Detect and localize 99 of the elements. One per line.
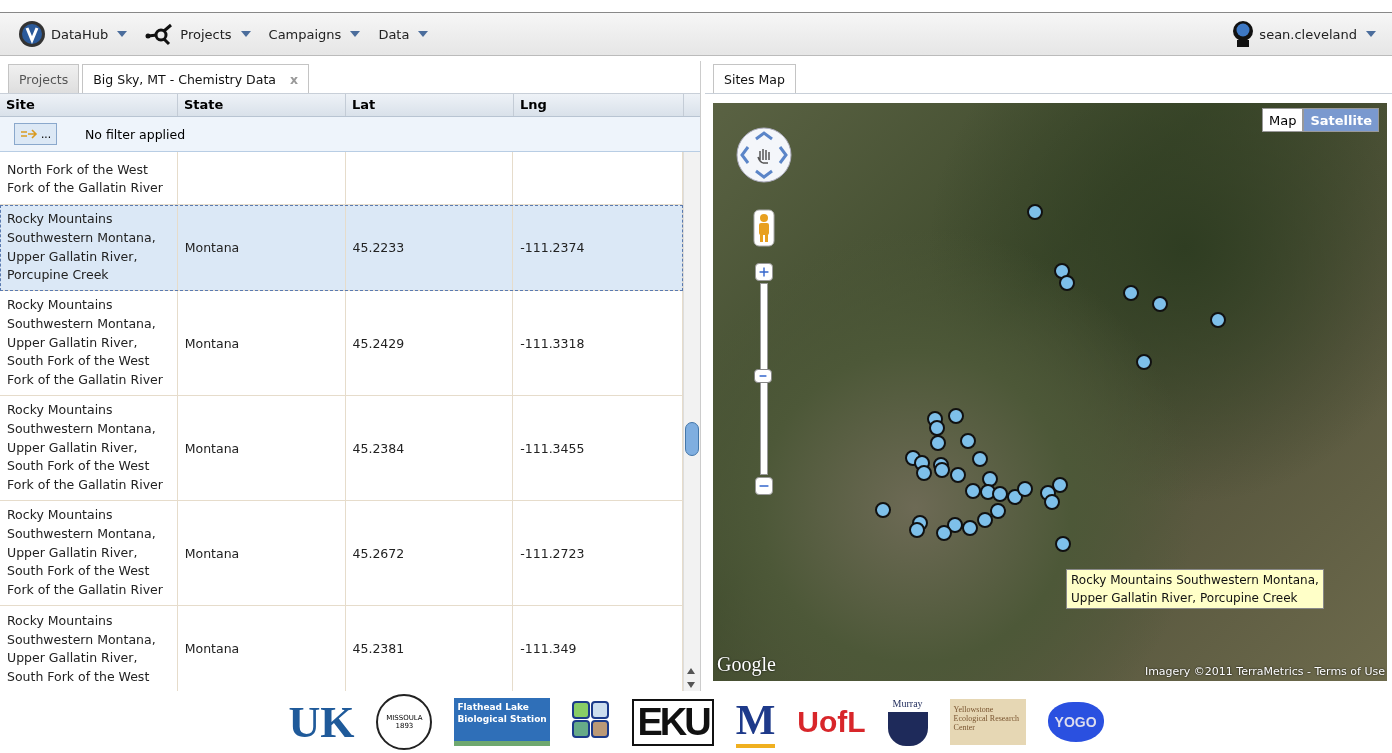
table-cell: 45.2429 [352, 335, 405, 351]
map-marker[interactable] [936, 525, 952, 541]
column-header[interactable]: Lng [514, 94, 684, 116]
caret-icon [117, 31, 128, 37]
table-cell: -111.349 [520, 641, 577, 656]
map-marker[interactable] [977, 512, 993, 528]
zoom-out-icon[interactable] [755, 477, 773, 495]
arrow-icon [20, 129, 38, 139]
map-marker[interactable] [1055, 536, 1071, 552]
table-cell: Rocky Mountains Southwestern Montana, Upper Gallatin River, South Fork of the West [7, 612, 156, 687]
map-marker[interactable] [980, 484, 996, 500]
caret-icon [418, 31, 429, 37]
table-cell: 45.2381 [352, 641, 405, 656]
map-marker[interactable] [916, 465, 932, 481]
map-marker[interactable] [1027, 204, 1043, 220]
map-marker[interactable] [947, 517, 963, 533]
filter-status-text: No filter applied [85, 126, 186, 142]
caret-icon [350, 31, 361, 37]
map-marker[interactable] [930, 435, 946, 451]
table-row[interactable]: Rocky Mountains Southwestern Montana, Upper Gallatin River, Porcupine Creek Montana 45.2233 -111.2374 [0, 205, 683, 291]
table-cell: Montana [184, 240, 240, 255]
map-marker[interactable] [1007, 489, 1023, 505]
zoom-slider[interactable] [754, 263, 774, 495]
map-marker[interactable] [990, 503, 1006, 519]
table-cell: Rocky Mountains Southwestern Montana, Upper Gallatin River, South Fork of the West Fork of the Gallatin River [7, 296, 163, 390]
map-marker[interactable] [1044, 494, 1060, 510]
table-cell: 45.2233 [352, 240, 405, 255]
map-marker[interactable] [1210, 312, 1226, 328]
menu-button[interactable]: DataHub [18, 20, 136, 48]
table-row[interactable]: Rocky Mountains Southwestern Montana, Upper Gallatin River, South Fork of the West Fork of the Gallatin River Montana 45.2672 -111.2723 [0, 501, 683, 606]
map-marker[interactable] [948, 408, 964, 424]
scroll-thumb[interactable] [685, 422, 699, 456]
street-view-person-icon[interactable] [753, 209, 775, 247]
map-marker[interactable] [929, 420, 945, 436]
table-cell: 45.2384 [352, 440, 405, 456]
filter-button[interactable]: ... [14, 123, 57, 145]
tab[interactable]: Big Sky, MT - Chemistry Data x [82, 64, 310, 93]
map-marker[interactable] [1052, 477, 1068, 493]
table-cell: North Fork of the West Fork of the Gallatin River [7, 160, 163, 198]
menu-button[interactable]: Campaigns [268, 26, 369, 42]
table-row[interactable]: Rocky Mountains Southwestern Montana, Upper Gallatin River, South Fork of the West Fork of the Gallatin River Montana 45.2384 -111.3455 [0, 396, 683, 501]
zoom-in-icon[interactable] [755, 263, 773, 281]
table-cell: Montana [184, 440, 240, 456]
caret-icon [1366, 31, 1376, 37]
university-logo[interactable]: M [735, 696, 776, 748]
zoom-slider-thumb[interactable] [754, 369, 772, 384]
table-cell: Montana [184, 641, 240, 656]
column-header[interactable]: Lat [346, 94, 514, 116]
table-cell: Montana [184, 545, 240, 561]
map-marker[interactable] [1054, 263, 1070, 279]
research-center-logo[interactable]: Yellowstone Ecological Research Center [949, 699, 1026, 745]
university-logo[interactable]: UK [288, 696, 355, 748]
map-marker[interactable] [1059, 275, 1075, 291]
table-cell: 45.2672 [352, 545, 405, 561]
tab[interactable]: Sites Map [713, 64, 796, 93]
map-marker[interactable] [982, 471, 998, 487]
user-menu-button[interactable]: sean.cleveland [1232, 21, 1384, 47]
table-cell: Montana [184, 335, 240, 351]
column-header[interactable]: Site [0, 94, 178, 116]
menu-button[interactable]: Data [378, 26, 437, 42]
map-marker[interactable] [909, 522, 925, 538]
university-logo[interactable]: EKU [632, 698, 714, 746]
map-marker[interactable] [972, 451, 988, 467]
map-marker[interactable] [992, 486, 1008, 502]
map-marker[interactable] [1017, 481, 1033, 497]
scrollbar[interactable] [683, 152, 700, 691]
map-attribution[interactable]: Imagery ©2011 TerraMetrics - Terms of Use [1144, 665, 1385, 678]
map-marker[interactable] [962, 520, 978, 536]
map-marker[interactable] [950, 467, 966, 483]
map-marker[interactable] [1152, 296, 1168, 312]
map-marker[interactable] [960, 433, 976, 449]
university-logo[interactable]: UofL [797, 705, 866, 739]
map-marker[interactable] [934, 462, 950, 478]
map-type-button[interactable]: Map [1262, 108, 1304, 132]
table-cell: -111.3455 [520, 440, 585, 456]
table-cell: Rocky Mountains Southwestern Montana, Upper Gallatin River, South Fork of the West Fork of the Gallatin River [7, 401, 163, 495]
table-cell: Rocky Mountains Southwestern Montana, Upper Gallatin River, South Fork of the West Fork of the Gallatin River [7, 506, 163, 600]
user-avatar-icon [1232, 21, 1255, 47]
table-cell: -111.3318 [520, 335, 585, 351]
menu-button[interactable]: Projects [145, 22, 259, 46]
table-cell: -111.2374 [520, 240, 585, 255]
gear-logo-icon [18, 20, 46, 48]
map-marker[interactable] [875, 502, 891, 518]
satellite-map[interactable]: Map Satellite Rocky Mountains Southwestern Montana, Upper Gallatin River, Porcupine Creek Google Imagery ©2011 TerraMetrics - Terms of Use [713, 103, 1387, 681]
caret-icon [240, 31, 251, 37]
map-marker[interactable] [1136, 354, 1152, 370]
tab[interactable]: Projects [8, 64, 80, 93]
university-logo[interactable]: Murray [887, 698, 928, 746]
map-marker[interactable] [965, 483, 981, 499]
column-header[interactable]: State [178, 94, 346, 116]
table-cell: -111.2723 [520, 545, 585, 561]
station-logo[interactable]: Flathead Lake Biological Station [454, 698, 551, 746]
map-logo: Google [717, 653, 776, 676]
table-cell: Rocky Mountains Southwestern Montana, Upper Gallatin River, Porcupine Creek [7, 210, 156, 285]
gem-logo[interactable]: YOGO [1047, 702, 1104, 742]
site-tooltip: Rocky Mountains Southwestern Montana, Upper Gallatin River, Porcupine Creek [1066, 569, 1324, 609]
pan-control[interactable] [736, 127, 792, 183]
map-marker[interactable] [1123, 285, 1139, 301]
table-row[interactable]: Rocky Mountains Southwestern Montana, Upper Gallatin River, South Fork of the West Fork of the Gallatin River Montana 45.2429 -111.3318 [0, 291, 683, 396]
